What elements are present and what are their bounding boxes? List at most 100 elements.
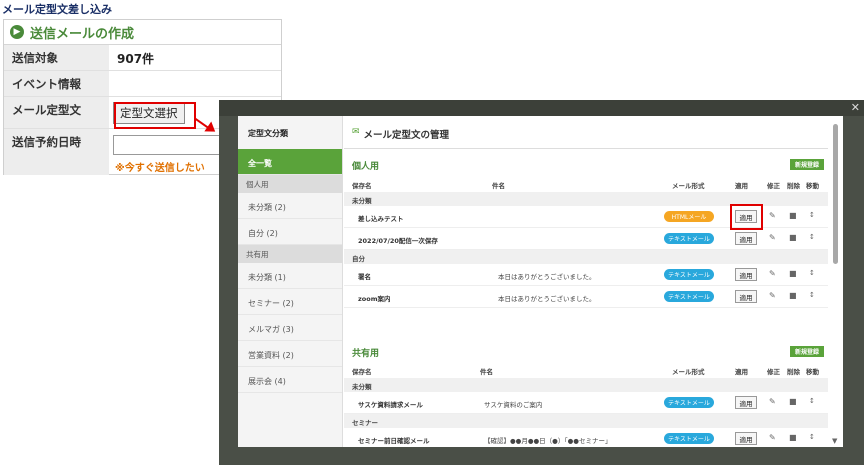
table-row: セミナー前日確認メール 【確認】●●月●●日（●）「●●セミナー」 テキストメー… bbox=[344, 428, 829, 447]
column-move: 移動 bbox=[806, 368, 819, 376]
template-manager-modal: 定型文分類 全一覧 個人用 未分類 (2) 自分 (2) 共有用 未分類 (1)… bbox=[238, 116, 843, 447]
template-subject: 【確認】●●月●●日（●）「●●セミナー」 bbox=[484, 437, 612, 445]
sidebar-item-exhibition[interactable]: 展示会 (4) bbox=[238, 367, 342, 393]
apply-button[interactable]: 適用 bbox=[735, 268, 757, 281]
apply-button[interactable]: 適用 bbox=[735, 232, 757, 245]
sidebar-item-personal-self[interactable]: 自分 (2) bbox=[238, 219, 342, 245]
column-delete: 削除 bbox=[787, 368, 800, 376]
template-name: サスケ資料請求メール bbox=[358, 401, 423, 409]
format-badge: テキストメール bbox=[664, 397, 714, 408]
sidebar-item-seminar[interactable]: セミナー (2) bbox=[238, 289, 342, 315]
modal-scrollbar[interactable]: ▼ bbox=[828, 116, 843, 447]
sidebar-title: 定型文分類 bbox=[248, 129, 288, 138]
modal-title: ✉ メール定型文の管理 bbox=[344, 116, 829, 149]
form-row-event: イベント情報 bbox=[4, 71, 281, 97]
template-subject: 本日はありがとうございました。 bbox=[498, 273, 596, 281]
format-badge: テキストメール bbox=[664, 269, 714, 280]
form-label-event: イベント情報 bbox=[4, 71, 109, 96]
section-title-personal: 個人用 bbox=[352, 162, 380, 172]
apply-button[interactable]: 適用 bbox=[735, 396, 757, 409]
trash-icon[interactable]: ■ bbox=[789, 433, 797, 442]
recipient-count: 907件 bbox=[117, 52, 155, 66]
form-label-template: メール定型文 bbox=[4, 97, 109, 128]
sort-icon[interactable]: ↕ bbox=[809, 433, 815, 441]
column-header-personal: 保存名 件名 メール形式 適用 修正 削除 移動 bbox=[344, 179, 829, 191]
apply-button[interactable]: 適用 bbox=[735, 432, 757, 445]
new-template-button-shared[interactable]: 新規登録 bbox=[790, 346, 824, 357]
column-name: 保存名 bbox=[352, 368, 372, 376]
sidebar-item-all[interactable]: 全一覧 bbox=[238, 149, 342, 175]
group-header: 未分類 bbox=[344, 378, 829, 392]
send-now-note: ※今すぐ送信したい bbox=[115, 163, 205, 174]
column-subject: 件名 bbox=[492, 182, 505, 190]
table-row: 2022/07/20配信一次保存 テキストメール 適用 ✎ ■ ↕ bbox=[344, 228, 829, 250]
edit-icon[interactable]: ✎ bbox=[769, 211, 776, 220]
column-subject: 件名 bbox=[480, 368, 493, 376]
column-header-shared: 保存名 件名 メール形式 適用 修正 削除 移動 bbox=[344, 365, 829, 377]
sidebar-group-personal: 個人用 bbox=[238, 175, 342, 193]
apply-button[interactable]: 適用 bbox=[735, 290, 757, 303]
column-format: メール形式 bbox=[672, 182, 705, 190]
column-apply: 適用 bbox=[735, 368, 748, 376]
form-label-recipients: 送信対象 bbox=[4, 45, 109, 70]
scrollbar-thumb[interactable] bbox=[833, 124, 838, 264]
template-name: zoom案内 bbox=[358, 295, 391, 303]
trash-icon[interactable]: ■ bbox=[789, 233, 797, 242]
event-value bbox=[109, 71, 281, 96]
trash-icon[interactable]: ■ bbox=[789, 211, 797, 220]
template-name: セミナー前日確認メール bbox=[358, 437, 430, 445]
column-name: 保存名 bbox=[352, 182, 372, 190]
template-list-panel: ✉ メール定型文の管理 個人用 新規登録 保存名 件名 メール形式 適用 修正 … bbox=[344, 116, 829, 447]
sidebar-item-mailmag[interactable]: メルマガ (3) bbox=[238, 315, 342, 341]
sidebar-item-shared-uncategorized[interactable]: 未分類 (1) bbox=[238, 263, 342, 289]
trash-icon[interactable]: ■ bbox=[789, 397, 797, 406]
modal-title-text: メール定型文の管理 bbox=[363, 130, 450, 141]
format-badge: テキストメール bbox=[664, 433, 714, 444]
section-title-shared: 共有用 bbox=[352, 349, 380, 359]
table-row: zoom案内 本日はありがとうございました。 テキストメール 適用 ✎ ■ ↕ bbox=[344, 286, 829, 308]
template-name: 差し込みテスト bbox=[358, 215, 404, 223]
template-subject: サスケ資料のご案内 bbox=[484, 401, 543, 409]
new-template-button-personal[interactable]: 新規登録 bbox=[790, 159, 824, 170]
sort-icon[interactable]: ↕ bbox=[809, 233, 815, 241]
trash-icon[interactable]: ■ bbox=[789, 291, 797, 300]
form-row-recipients: 送信対象 907件 bbox=[4, 45, 281, 71]
column-edit: 修正 bbox=[767, 368, 780, 376]
page-title: メール定型文差し込み bbox=[2, 3, 112, 16]
close-icon[interactable]: ✕ bbox=[851, 101, 860, 114]
trash-icon[interactable]: ■ bbox=[789, 269, 797, 278]
sort-icon[interactable]: ↕ bbox=[809, 269, 815, 277]
table-row: 署名 本日はありがとうございました。 テキストメール 適用 ✎ ■ ↕ bbox=[344, 264, 829, 286]
column-edit: 修正 bbox=[767, 182, 780, 190]
arrow-right-circle-icon: ▶ bbox=[10, 25, 24, 39]
form-label-schedule: 送信予約日時 bbox=[4, 129, 109, 175]
format-badge: テキストメール bbox=[664, 233, 714, 244]
group-header: セミナー bbox=[344, 414, 829, 428]
edit-icon[interactable]: ✎ bbox=[769, 233, 776, 242]
apply-button-highlight bbox=[730, 204, 763, 230]
edit-icon[interactable]: ✎ bbox=[769, 269, 776, 278]
format-badge: テキストメール bbox=[664, 291, 714, 302]
format-badge: HTMLメール bbox=[664, 211, 714, 222]
form-heading: ▶ 送信メールの作成 bbox=[4, 20, 281, 45]
chevron-down-icon[interactable]: ▼ bbox=[832, 437, 837, 445]
sort-icon[interactable]: ↕ bbox=[809, 397, 815, 405]
template-name: 2022/07/20配信一次保存 bbox=[358, 237, 438, 245]
form-heading-text: 送信メールの作成 bbox=[30, 26, 135, 42]
edit-icon[interactable]: ✎ bbox=[769, 291, 776, 300]
table-row: サスケ資料請求メール サスケ資料のご案内 テキストメール 適用 ✎ ■ ↕ bbox=[344, 392, 829, 414]
sort-icon[interactable]: ↕ bbox=[809, 291, 815, 299]
overlay-toolbar bbox=[219, 100, 864, 116]
group-header: 自分 bbox=[344, 250, 829, 264]
template-subject: 本日はありがとうございました。 bbox=[498, 295, 596, 303]
edit-icon[interactable]: ✎ bbox=[769, 433, 776, 442]
template-button-highlight bbox=[114, 102, 196, 129]
sidebar-item-personal-uncategorized[interactable]: 未分類 (2) bbox=[238, 193, 342, 219]
column-format: メール形式 bbox=[672, 368, 705, 376]
sidebar-group-shared: 共有用 bbox=[238, 245, 342, 263]
mail-icon: ✉ bbox=[352, 127, 360, 137]
sidebar-item-sales-materials[interactable]: 営業資料 (2) bbox=[238, 341, 342, 367]
sort-icon[interactable]: ↕ bbox=[809, 211, 815, 219]
edit-icon[interactable]: ✎ bbox=[769, 397, 776, 406]
column-move: 移動 bbox=[806, 182, 819, 190]
